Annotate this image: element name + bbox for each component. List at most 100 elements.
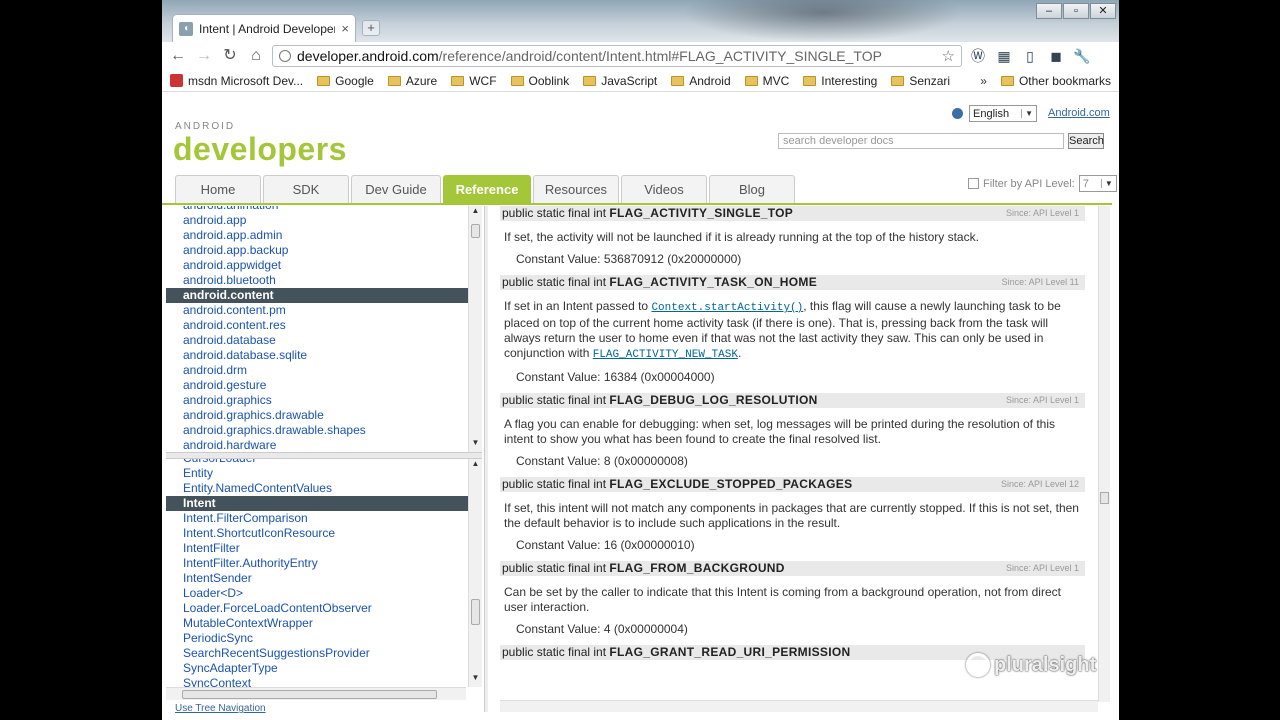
other-bookmarks[interactable]: Other bookmarks: [1000, 74, 1111, 88]
search-input[interactable]: search developer docs: [778, 133, 1064, 149]
class-item[interactable]: Entity: [166, 466, 468, 481]
bookmark-item[interactable]: Ooblink: [510, 74, 569, 88]
bookmark-item[interactable]: Azure: [387, 74, 437, 88]
scroll-thumb[interactable]: [182, 690, 437, 699]
wordpress-extension-icon[interactable]: Ⓦ: [968, 46, 988, 66]
scroll-thumb[interactable]: [471, 224, 480, 238]
package-item[interactable]: android.content.res: [166, 318, 468, 333]
pane-splitter[interactable]: [166, 452, 482, 459]
bookmark-item[interactable]: Google: [317, 74, 374, 88]
package-item[interactable]: android.graphics.drawable.shapes: [166, 423, 468, 438]
minimize-button[interactable]: –: [1036, 3, 1062, 19]
since-api-level: Since: API Level 1: [1005, 395, 1079, 405]
bookmark-label: msdn Microsoft Dev...: [188, 73, 304, 88]
close-window-button[interactable]: ✕: [1090, 3, 1116, 19]
content-divider[interactable]: [484, 206, 488, 712]
address-bar[interactable]: developer.android.com/reference/android/…: [272, 45, 962, 67]
more-bookmarks-chevron[interactable]: »: [980, 74, 987, 88]
bookmark-item[interactable]: Senzari: [891, 74, 950, 88]
maximize-button[interactable]: ▫: [1063, 3, 1089, 19]
package-item[interactable]: android.content.pm: [166, 303, 468, 318]
api-link[interactable]: Context.startActivity(): [651, 302, 803, 314]
class-item[interactable]: Loader.ForceLoadContentObserver: [166, 601, 468, 616]
class-item[interactable]: IntentFilter.AuthorityEntry: [166, 556, 468, 571]
back-arrow-icon[interactable]: ←: [168, 46, 188, 66]
package-item[interactable]: android.app.admin: [166, 228, 468, 243]
class-scrollbar[interactable]: ▲ ▼: [468, 459, 482, 687]
api-link[interactable]: FLAG_ACTIVITY_NEW_TASK: [593, 349, 738, 361]
class-item[interactable]: SyncAdapterType: [166, 661, 468, 676]
scroll-thumb[interactable]: [471, 599, 480, 625]
scroll-up-icon[interactable]: ▲: [469, 206, 482, 218]
class-item[interactable]: Entity.NamedContentValues: [166, 481, 468, 496]
package-item[interactable]: android.app.backup: [166, 243, 468, 258]
filter-checkbox[interactable]: [968, 178, 979, 189]
reload-icon[interactable]: ↻: [220, 46, 240, 66]
bookmark-item[interactable]: msdn Microsoft Dev...: [170, 74, 303, 88]
class-item[interactable]: MutableContextWrapper: [166, 616, 468, 631]
package-item[interactable]: android.gesture: [166, 378, 468, 393]
language-dropdown[interactable]: English ▼: [969, 105, 1037, 122]
phone-extension-icon[interactable]: ▯: [1020, 46, 1040, 66]
forward-arrow-icon[interactable]: →: [194, 46, 214, 66]
class-item[interactable]: CursorLoader: [166, 459, 468, 466]
content-scrollbar[interactable]: [1098, 206, 1110, 702]
class-item[interactable]: Intent.ShortcutIconResource: [166, 526, 468, 541]
member-modifiers: public static final int: [502, 206, 607, 220]
class-horizontal-scrollbar[interactable]: [166, 687, 466, 700]
class-item[interactable]: IntentSender: [166, 571, 468, 586]
package-item[interactable]: android.animation: [166, 206, 468, 213]
tab-home[interactable]: Home: [175, 175, 261, 203]
content-horizontal-scrollbar[interactable]: [500, 700, 1098, 712]
class-item[interactable]: Intent.FilterComparison: [166, 511, 468, 526]
search-button[interactable]: Search: [1068, 133, 1104, 149]
tab-reference[interactable]: Reference: [443, 175, 531, 203]
tab-blog[interactable]: Blog: [709, 175, 795, 203]
class-item[interactable]: PeriodicSync: [166, 631, 468, 646]
class-item[interactable]: Loader<D>: [166, 586, 468, 601]
dropdown-arrow-icon: ▼: [1021, 109, 1033, 118]
android-com-link[interactable]: Android.com: [1048, 107, 1110, 119]
class-item[interactable]: SyncContext: [166, 676, 468, 687]
bookmark-item[interactable]: JavaScript: [583, 74, 657, 88]
bookmark-star-icon[interactable]: ☆: [942, 47, 955, 65]
new-tab-button[interactable]: +: [362, 20, 380, 36]
evernote-extension-icon[interactable]: ◼: [1046, 46, 1066, 66]
scroll-up-icon[interactable]: ▲: [469, 459, 482, 471]
member-entry: public static final int FLAG_FROM_BACKGR…: [500, 561, 1085, 645]
close-tab-icon[interactable]: ×: [341, 21, 349, 36]
package-item[interactable]: android.bluetooth: [166, 273, 468, 288]
class-item[interactable]: IntentFilter: [166, 541, 468, 556]
package-item[interactable]: android.database.sqlite: [166, 348, 468, 363]
tab-resources[interactable]: Resources: [533, 175, 619, 203]
member-description: A flag you can enable for debugging: whe…: [500, 408, 1085, 447]
package-item[interactable]: android.drm: [166, 363, 468, 378]
bookmark-item[interactable]: MVC: [744, 74, 789, 88]
package-item[interactable]: android.graphics: [166, 393, 468, 408]
package-item[interactable]: android.content: [166, 288, 468, 303]
developers-logo[interactable]: developers: [173, 131, 347, 168]
class-item[interactable]: SearchRecentSuggestionsProvider: [166, 646, 468, 661]
package-item[interactable]: android.app: [166, 213, 468, 228]
tab-videos[interactable]: Videos: [621, 175, 707, 203]
bookmark-item[interactable]: Interesting: [803, 74, 877, 88]
class-item[interactable]: Intent: [166, 496, 468, 511]
scroll-down-icon[interactable]: ▼: [469, 673, 482, 685]
browser-tab[interactable]: ◖ Intent | Android Developers ×: [172, 14, 356, 42]
scroll-thumb[interactable]: [1100, 492, 1109, 504]
package-item[interactable]: android.database: [166, 333, 468, 348]
bookmark-item[interactable]: WCF: [451, 74, 497, 88]
api-level-dropdown[interactable]: 7 ▼: [1078, 175, 1117, 192]
bookmark-item[interactable]: Android: [671, 74, 731, 88]
calendar-extension-icon[interactable]: ▦: [994, 46, 1014, 66]
tree-navigation-link[interactable]: Use Tree Navigation: [175, 703, 266, 714]
package-scrollbar[interactable]: ▲ ▼: [468, 206, 482, 452]
wrench-menu-icon[interactable]: 🔧: [1072, 46, 1092, 66]
tab-sdk[interactable]: SDK: [263, 175, 349, 203]
home-icon[interactable]: ⌂: [246, 46, 266, 66]
package-item[interactable]: android.hardware: [166, 438, 468, 452]
package-item[interactable]: android.graphics.drawable: [166, 408, 468, 423]
package-item[interactable]: android.appwidget: [166, 258, 468, 273]
tab-dev-guide[interactable]: Dev Guide: [351, 175, 441, 203]
scroll-down-icon[interactable]: ▼: [469, 438, 482, 450]
